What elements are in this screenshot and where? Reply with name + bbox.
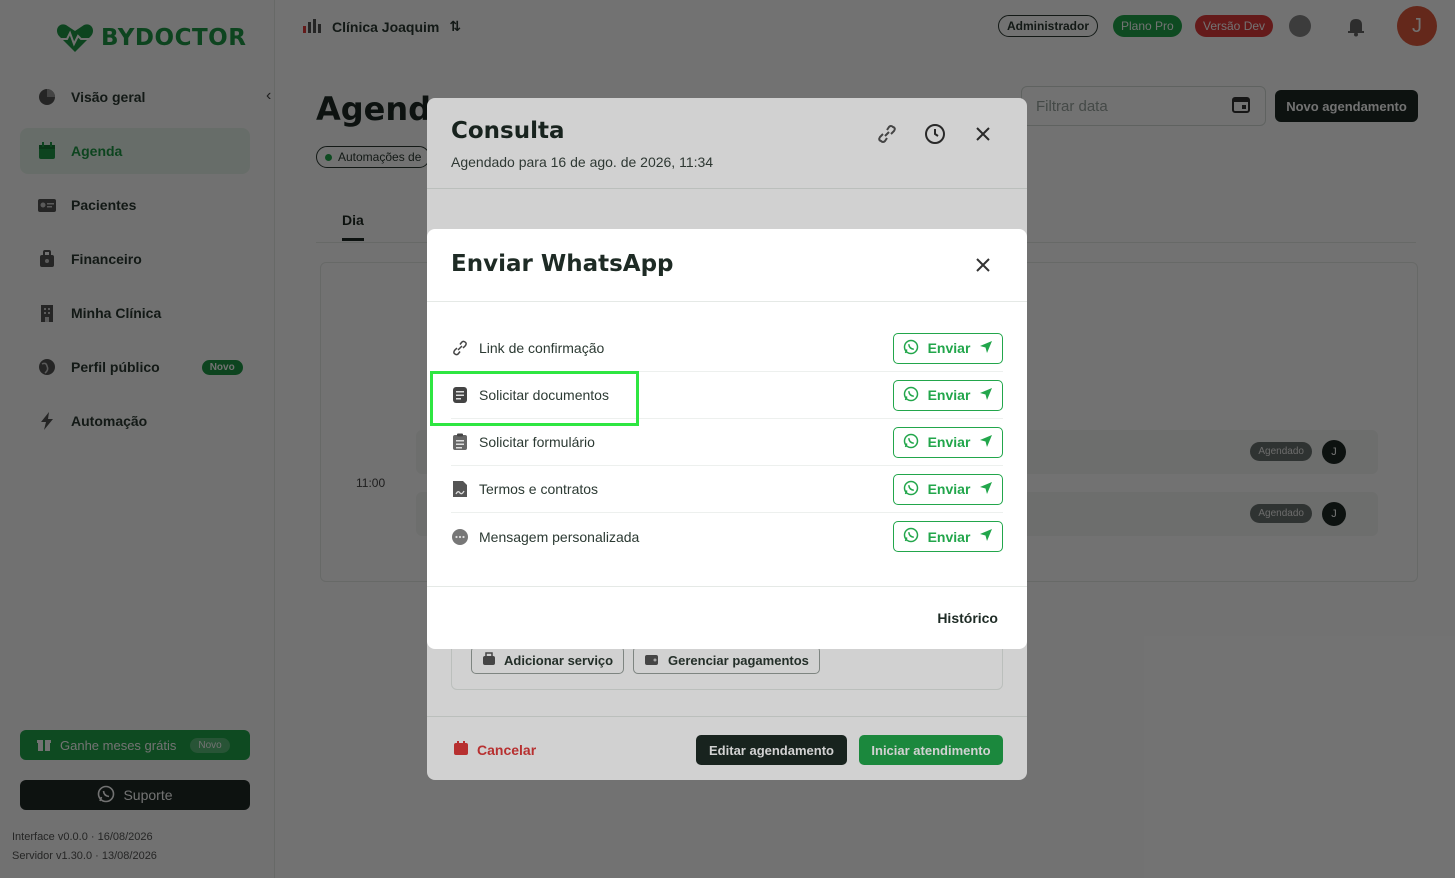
whatsapp-icon	[903, 480, 919, 499]
option-label: Solicitar formulário	[479, 434, 595, 450]
send-terms-contracts-button[interactable]: Enviar	[893, 473, 1003, 505]
paper-plane-icon	[979, 387, 993, 404]
list-item: Mensagem personalizada Enviar	[451, 513, 1003, 560]
whatsapp-footer-divider	[427, 586, 1027, 587]
link-icon	[451, 339, 469, 357]
whatsapp-icon	[903, 339, 919, 358]
whatsapp-icon	[903, 386, 919, 405]
send-request-documents-button[interactable]: Enviar	[893, 379, 1003, 411]
send-custom-message-button[interactable]: Enviar	[893, 521, 1003, 552]
option-label: Link de confirmação	[479, 340, 605, 356]
paper-plane-icon	[979, 434, 993, 451]
send-label: Enviar	[927, 434, 971, 450]
paper-plane-icon	[979, 528, 993, 545]
send-label: Enviar	[927, 481, 971, 497]
chat-bubble-icon	[451, 528, 469, 546]
whatsapp-modal-divider	[427, 301, 1027, 302]
contract-icon	[451, 480, 469, 498]
list-item: Termos e contratos Enviar	[451, 466, 1003, 513]
paper-plane-icon	[979, 481, 993, 498]
whatsapp-options-list: Link de confirmação Enviar Solicitar doc…	[451, 325, 1003, 560]
list-item: Link de confirmação Enviar	[451, 325, 1003, 372]
send-label: Enviar	[927, 528, 971, 545]
option-label: Mensagem personalizada	[479, 528, 640, 545]
list-item: Solicitar formulário Enviar	[451, 419, 1003, 466]
whatsapp-icon	[903, 527, 919, 546]
whatsapp-modal: Enviar WhatsApp Link de confirmação Envi…	[427, 229, 1027, 649]
whatsapp-modal-title: Enviar WhatsApp	[451, 251, 674, 277]
send-confirmation-link-button[interactable]: Enviar	[893, 332, 1003, 364]
send-request-form-button[interactable]: Enviar	[893, 426, 1003, 458]
close-icon[interactable]	[972, 254, 994, 276]
send-label: Enviar	[927, 387, 971, 403]
whatsapp-icon	[903, 433, 919, 452]
app-root: BYDOCTOR ‹ Visão geral Agenda Pacientes	[0, 0, 1455, 878]
highlight-box	[430, 371, 639, 426]
send-label: Enviar	[927, 340, 971, 356]
paper-plane-icon	[979, 340, 993, 357]
option-label: Termos e contratos	[479, 481, 599, 497]
clipboard-icon	[451, 433, 469, 451]
history-button[interactable]: Histórico	[937, 610, 998, 626]
